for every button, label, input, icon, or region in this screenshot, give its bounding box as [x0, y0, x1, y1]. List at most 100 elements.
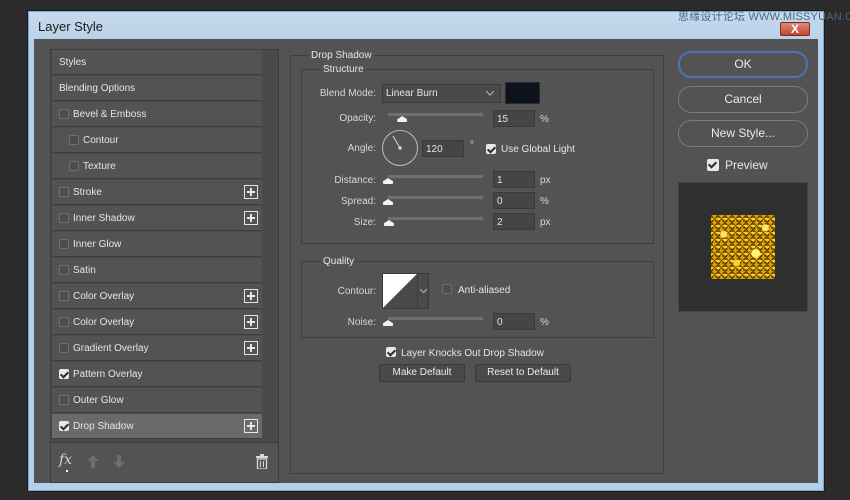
style-list-item-drop-shadow[interactable]: Drop Shadow [52, 414, 262, 439]
shadow-color-swatch[interactable] [505, 82, 540, 104]
style-list-item-bevel-emboss[interactable]: Bevel & Emboss [52, 102, 262, 127]
style-checkbox[interactable] [59, 369, 69, 379]
style-list-item-satin[interactable]: Satin [52, 258, 262, 283]
opacity-input[interactable]: 15 [493, 110, 535, 127]
style-list-item-styles[interactable]: Styles [52, 50, 262, 75]
add-effect-instance-icon[interactable] [244, 315, 258, 329]
style-list-item-inner-glow[interactable]: Inner Glow [52, 232, 262, 257]
style-list-item-blending-options[interactable]: Blending Options [52, 76, 262, 101]
drop-shadow-panel: Drop Shadow Structure Blend Mode: Linear… [290, 50, 664, 474]
chevron-down-icon [420, 289, 427, 293]
style-label: Color Overlay [73, 291, 135, 302]
size-slider-track[interactable] [388, 217, 483, 220]
make-default-button[interactable]: Make Default [379, 364, 465, 382]
style-checkbox[interactable] [59, 239, 69, 249]
distance-unit: px [540, 175, 551, 186]
distance-input[interactable]: 1 [493, 171, 535, 188]
contour-picker[interactable] [382, 273, 429, 309]
angle-needle-icon [392, 135, 402, 150]
style-list-item-inner-shadow[interactable]: Inner Shadow [52, 206, 262, 231]
styles-list-scrollbar[interactable] [263, 50, 278, 442]
styles-panel: Styles Blending Options Bevel & Emboss Cont… [50, 49, 279, 483]
add-effect-instance-icon[interactable] [244, 419, 258, 433]
style-checkbox[interactable] [59, 265, 69, 275]
fx-menu-button[interactable]: fx [59, 452, 73, 472]
new-style-button[interactable]: New Style... [678, 120, 808, 147]
noise-unit: % [540, 317, 549, 328]
spread-label: Spread: [340, 196, 376, 207]
style-label: Inner Shadow [73, 213, 135, 224]
angle-label: Angle: [347, 143, 376, 154]
use-global-light-checkbox[interactable] [486, 144, 496, 154]
style-checkbox[interactable] [59, 291, 69, 301]
angle-dial[interactable] [382, 130, 418, 166]
layer-knocks-out-checkbox[interactable] [386, 347, 396, 357]
ok-button[interactable]: OK [678, 51, 808, 78]
style-label: Gradient Overlay [73, 343, 149, 354]
contour-dropdown[interactable] [417, 274, 428, 308]
noise-slider-track[interactable] [388, 317, 483, 320]
style-list-item-pattern-overlay[interactable]: Pattern Overlay [52, 362, 262, 387]
arrow-up-icon [87, 455, 99, 468]
dropdown-indicator-icon [66, 470, 68, 472]
style-checkbox[interactable] [59, 343, 69, 353]
style-checkbox[interactable] [59, 213, 69, 223]
style-checkbox[interactable] [59, 317, 69, 327]
contour-linear-icon [383, 274, 417, 308]
style-checkbox[interactable] [59, 395, 69, 405]
style-checkbox[interactable] [69, 161, 79, 171]
size-unit: px [540, 217, 551, 228]
reset-to-default-button[interactable]: Reset to Default [475, 364, 571, 382]
blend-mode-label: Blend Mode: [319, 88, 376, 99]
add-effect-instance-icon[interactable] [244, 341, 258, 355]
preview-label: Preview [725, 158, 768, 172]
cancel-button[interactable]: Cancel [678, 86, 808, 113]
close-button[interactable]: X [780, 22, 810, 36]
size-label: Size: [353, 217, 376, 228]
add-effect-instance-icon[interactable] [244, 185, 258, 199]
style-checkbox[interactable] [59, 421, 69, 431]
spread-unit: % [540, 196, 549, 207]
style-checkbox[interactable] [59, 109, 69, 119]
add-effect-instance-icon[interactable] [244, 211, 258, 225]
anti-aliased-checkbox[interactable] [442, 284, 452, 294]
delete-effect-button[interactable] [256, 454, 268, 470]
style-checkbox[interactable] [69, 135, 79, 145]
trash-icon [256, 454, 268, 470]
arrow-down-icon [113, 455, 125, 468]
anti-aliased-label: Anti-aliased [458, 285, 511, 296]
noise-label: Noise: [347, 317, 376, 328]
structure-group: Structure Blend Mode: Linear Burn Opacit… [301, 64, 654, 244]
fx-icon: fx [59, 452, 73, 468]
style-list-item-outer-glow[interactable]: Outer Glow [52, 388, 262, 413]
preview-checkbox[interactable] [707, 159, 719, 171]
move-down-button[interactable] [113, 455, 125, 469]
style-list-item-gradient-overlay[interactable]: Gradient Overlay [52, 336, 262, 361]
style-label: Contour [83, 135, 119, 146]
noise-input[interactable]: 0 [493, 313, 535, 330]
move-up-button[interactable] [87, 455, 99, 469]
style-list-item-stroke[interactable]: Stroke [52, 180, 262, 205]
distance-slider-track[interactable] [388, 175, 483, 178]
angle-input[interactable]: 120 [422, 140, 464, 157]
add-effect-instance-icon[interactable] [244, 289, 258, 303]
layer-style-dialog: Layer Style 思缘设计论坛 WWW.MISSYUAN.COM X St… [27, 10, 850, 492]
opacity-slider-track[interactable] [388, 113, 483, 116]
style-label: Color Overlay [73, 317, 135, 328]
blend-mode-select[interactable]: Linear Burn [382, 84, 501, 103]
blend-mode-value: Linear Burn [386, 88, 438, 99]
spread-input[interactable]: 0 [493, 192, 535, 209]
style-label: Outer Glow [73, 395, 124, 406]
size-input[interactable]: 2 [493, 213, 535, 230]
style-list-item-texture[interactable]: Texture [52, 154, 262, 179]
quality-title: Quality [321, 256, 357, 267]
style-list-item-contour[interactable]: Contour [52, 128, 262, 153]
style-checkbox[interactable] [59, 187, 69, 197]
style-label: Drop Shadow [73, 421, 134, 432]
style-label: Stroke [73, 187, 102, 198]
style-label: Inner Glow [73, 239, 122, 250]
style-list-item-color-overlay[interactable]: Color Overlay [52, 284, 262, 309]
style-list-item-color-overlay[interactable]: Color Overlay [52, 310, 262, 335]
spread-slider-track[interactable] [388, 196, 483, 199]
opacity-label: Opacity: [339, 113, 376, 124]
